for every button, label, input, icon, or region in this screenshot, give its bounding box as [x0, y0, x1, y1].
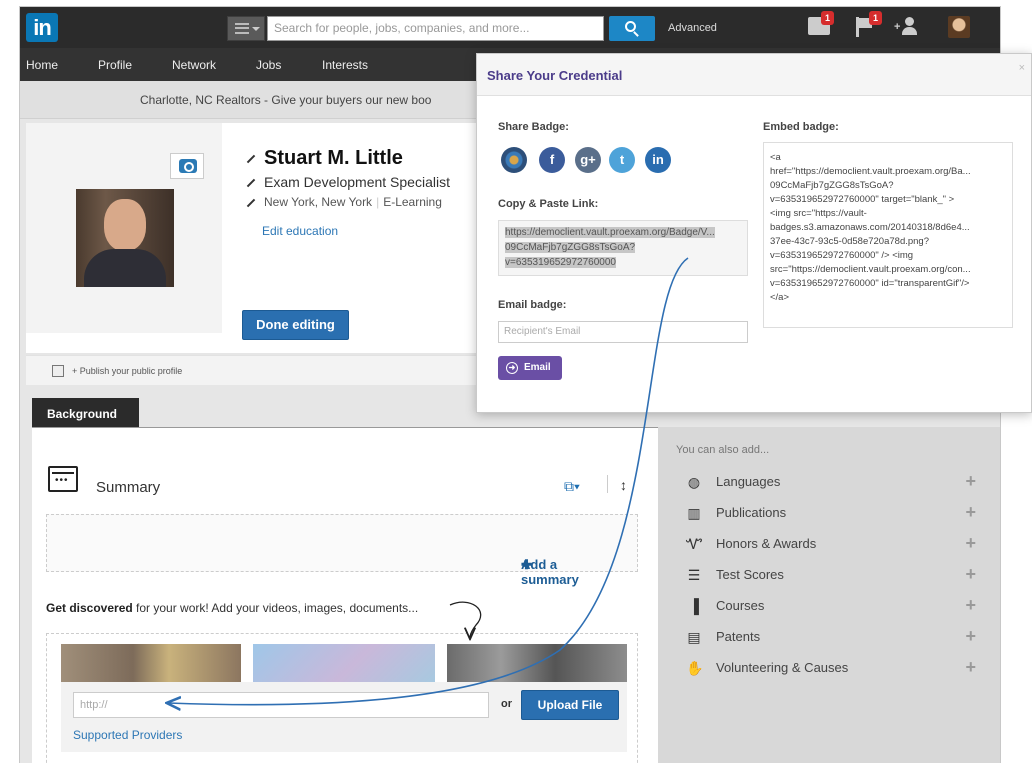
- profile-location[interactable]: New York, New York | E-Learning: [246, 195, 442, 209]
- course-book-icon: ▐: [689, 598, 699, 614]
- top-bar: in Search for people, jobs, companies, a…: [20, 7, 1000, 48]
- hand-icon: ✋: [686, 660, 704, 676]
- medal-icon: Ꮙ: [686, 536, 703, 552]
- nav-network[interactable]: Network: [172, 58, 216, 72]
- email-button[interactable]: ➜ Email: [498, 356, 562, 380]
- summary-heading: Summary: [96, 479, 161, 496]
- share-badge-label: Share Badge:: [498, 121, 569, 133]
- copy-paste-label: Copy & Paste Link:: [498, 198, 599, 210]
- add-summary-label: Add a summary: [521, 557, 579, 587]
- also-add-heading: You can also add...: [676, 444, 770, 456]
- ad-banner-text: Charlotte, NC Realtors - Give your buyer…: [140, 93, 432, 107]
- background-section: Summary ⧉▾ ↕ ✚ Add a summary Get discove…: [32, 428, 670, 763]
- patent-icon: ▤: [687, 629, 701, 645]
- notifications-flag-icon[interactable]: 1: [856, 11, 882, 37]
- share-credential-modal: Share Your Credential × Share Badge: f g…: [476, 53, 1032, 413]
- search-button[interactable]: [609, 16, 655, 41]
- pencil-icon: [246, 198, 256, 208]
- add-connections-icon[interactable]: +: [894, 17, 922, 35]
- search-icon: [625, 21, 636, 32]
- add-plus-icon[interactable]: +: [965, 564, 976, 585]
- credential-badge-icon[interactable]: [501, 147, 527, 173]
- account-avatar[interactable]: [948, 16, 970, 38]
- google-plus-icon[interactable]: g+: [575, 147, 601, 173]
- modal-title: Share Your Credential: [487, 68, 623, 83]
- linkedin-small-icon: [52, 365, 64, 377]
- upload-file-button[interactable]: Upload File: [521, 690, 619, 720]
- scorecard-icon: ☰: [687, 567, 701, 583]
- get-discovered-text: Get discovered for your work! Add your v…: [46, 601, 419, 615]
- books-icon: ▥: [687, 505, 701, 521]
- pencil-icon: [246, 154, 256, 163]
- linkedin-logo[interactable]: in: [26, 13, 58, 42]
- supported-providers-link[interactable]: Supported Providers: [73, 728, 182, 742]
- twitter-icon[interactable]: t: [609, 147, 635, 173]
- facebook-icon[interactable]: f: [539, 147, 565, 173]
- media-thumbnail[interactable]: [253, 644, 435, 682]
- recipient-email-input[interactable]: Recipient's Email: [498, 321, 748, 343]
- media-upload-area: http:// or Upload File Supported Provide…: [46, 633, 638, 763]
- camera-icon[interactable]: [170, 153, 204, 179]
- profile-photo-area: [26, 123, 222, 333]
- media-thumbnail[interactable]: [447, 644, 627, 682]
- sidebar-item-languages[interactable]: ◍ Languages +: [686, 471, 976, 494]
- add-summary-box[interactable]: ✚ Add a summary: [46, 514, 638, 587]
- flag-count-badge: 1: [869, 11, 882, 25]
- sidebar-item-test-scores[interactable]: ☰ Test Scores +: [686, 564, 976, 587]
- divider: [607, 475, 608, 493]
- nav-home[interactable]: Home: [26, 58, 58, 72]
- done-editing-button[interactable]: Done editing: [242, 310, 349, 340]
- search-category-select[interactable]: [227, 16, 265, 41]
- copy-link-field[interactable]: https://democlient.vault.proexam.org/Bad…: [498, 220, 748, 276]
- add-media-dropdown-icon[interactable]: ⧉▾: [564, 478, 580, 495]
- modal-header: Share Your Credential ×: [477, 54, 1031, 96]
- media-url-row: http:// or Upload File Supported Provide…: [61, 682, 627, 752]
- edit-education-link[interactable]: Edit education: [262, 224, 338, 238]
- add-plus-icon[interactable]: +: [965, 595, 976, 616]
- advanced-search-link[interactable]: Advanced: [668, 22, 717, 34]
- globe-icon: ◍: [687, 474, 701, 490]
- publish-profile-link[interactable]: + Publish your public profile: [72, 366, 182, 376]
- mail-icon[interactable]: 1: [808, 11, 834, 35]
- sidebar-item-patents[interactable]: ▤ Patents +: [686, 626, 976, 649]
- nav-profile[interactable]: Profile: [98, 58, 132, 72]
- close-icon[interactable]: ×: [1019, 62, 1025, 74]
- pencil-icon: [246, 179, 256, 188]
- profile-headline[interactable]: Exam Development Specialist: [246, 174, 450, 190]
- profile-name[interactable]: Stuart M. Little: [246, 147, 403, 170]
- search-input[interactable]: Search for people, jobs, companies, and …: [267, 16, 604, 41]
- summary-icon: [48, 466, 78, 492]
- add-plus-icon[interactable]: +: [965, 626, 976, 647]
- linkedin-icon[interactable]: in: [645, 147, 671, 173]
- mail-count-badge: 1: [821, 11, 834, 25]
- profile-industry: E-Learning: [383, 195, 442, 209]
- nav-jobs[interactable]: Jobs: [256, 58, 281, 72]
- add-plus-icon[interactable]: +: [965, 502, 976, 523]
- embed-badge-label: Embed badge:: [763, 121, 839, 133]
- email-badge-label: Email badge:: [498, 299, 567, 311]
- profile-photo[interactable]: [76, 189, 174, 287]
- add-plus-icon[interactable]: +: [965, 657, 976, 678]
- sidebar-item-courses[interactable]: ▐ Courses +: [686, 595, 976, 618]
- add-plus-icon[interactable]: +: [965, 533, 976, 554]
- list-icon: [235, 23, 249, 34]
- background-tab[interactable]: Background: [32, 398, 139, 428]
- sidebar-item-honors-awards[interactable]: Ꮙ Honors & Awards +: [686, 533, 976, 556]
- add-plus-icon[interactable]: +: [965, 471, 976, 492]
- reorder-icon[interactable]: ↕: [620, 477, 627, 493]
- chevron-down-icon: [252, 27, 260, 35]
- media-url-input[interactable]: http://: [73, 692, 489, 718]
- sidebar-item-publications[interactable]: ▥ Publications +: [686, 502, 976, 525]
- nav-interests[interactable]: Interests: [322, 58, 368, 72]
- sidebar-item-volunteering[interactable]: ✋ Volunteering & Causes +: [686, 657, 976, 680]
- also-add-sidebar: You can also add... ◍ Languages + ▥ Publica…: [658, 427, 1000, 763]
- arrow-right-icon: ➜: [506, 362, 518, 374]
- embed-code-field[interactable]: <a href="https://democlient.vault.proexa…: [763, 142, 1013, 328]
- or-label: or: [501, 698, 512, 710]
- media-thumbnail[interactable]: [61, 644, 241, 682]
